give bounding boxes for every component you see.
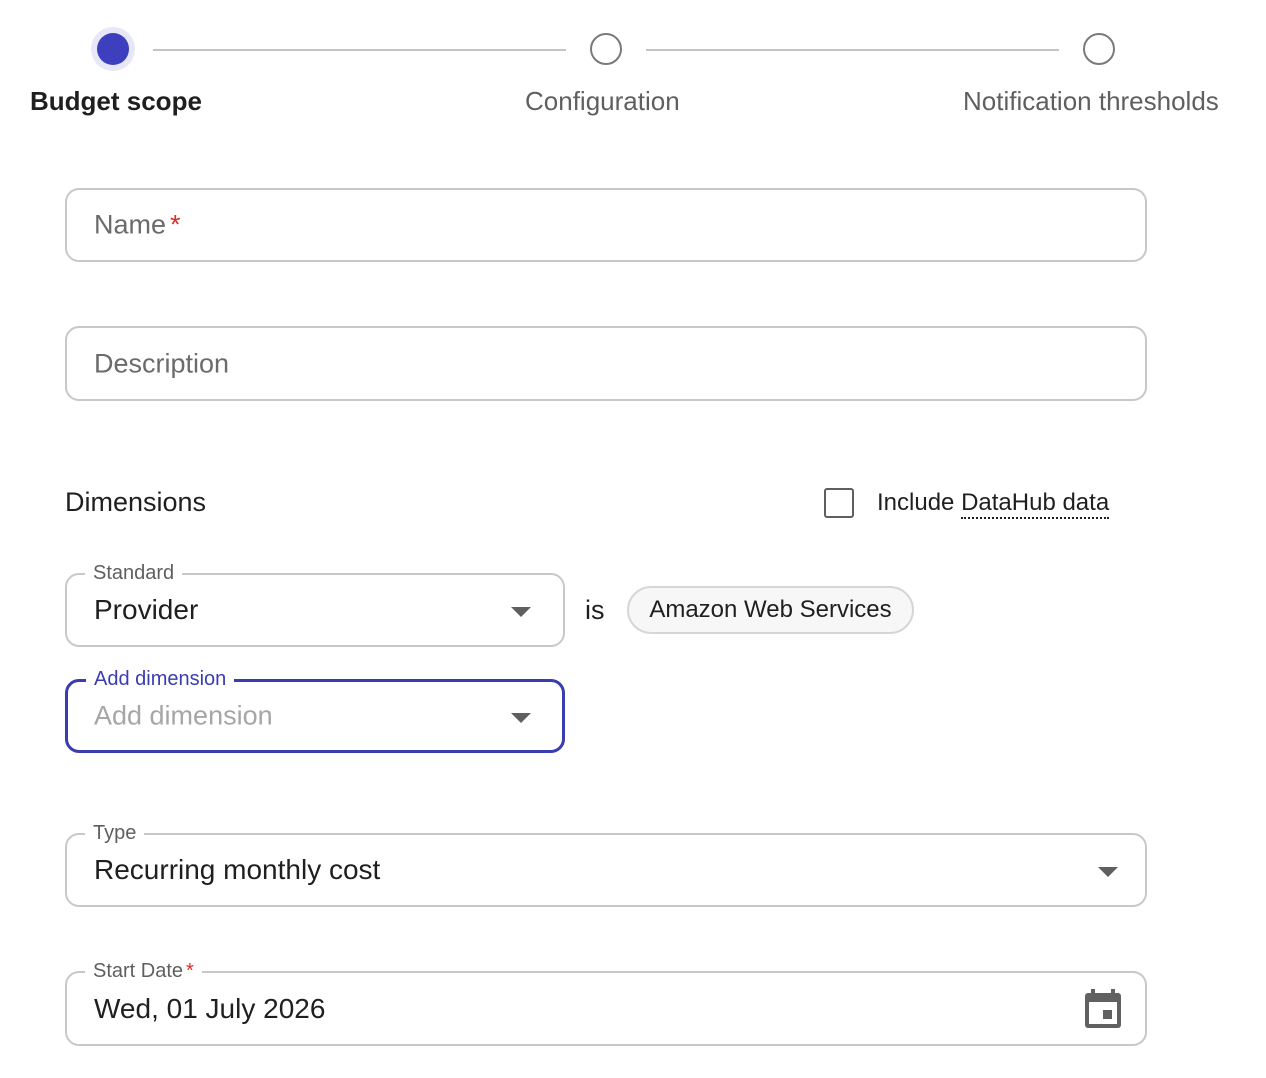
step-3-label[interactable]: Notification thresholds bbox=[963, 86, 1219, 117]
name-field[interactable]: Name * bbox=[65, 188, 1147, 262]
include-datahub-checkbox[interactable] bbox=[824, 488, 854, 518]
description-placeholder: Description bbox=[94, 348, 230, 378]
standard-dimension-select[interactable]: Standard Provider bbox=[65, 561, 565, 647]
step-connector-2 bbox=[646, 49, 1059, 51]
required-mark: * bbox=[186, 960, 194, 982]
add-dimension-select[interactable]: Add dimension Add dimension bbox=[65, 667, 565, 753]
add-dimension-placeholder: Add dimension bbox=[94, 700, 273, 731]
operator-text: is bbox=[585, 595, 605, 625]
dimension-value-chip[interactable]: Amazon Web Services bbox=[627, 586, 914, 634]
start-date-value: Wed, 01 July 2026 bbox=[94, 992, 326, 1024]
step-2-label[interactable]: Configuration bbox=[525, 86, 680, 117]
step-3-indicator[interactable] bbox=[1083, 33, 1115, 65]
step-1-indicator[interactable] bbox=[97, 33, 129, 65]
type-value: Recurring monthly cost bbox=[94, 854, 381, 885]
chevron-down-icon[interactable] bbox=[511, 607, 531, 617]
chevron-down-icon[interactable] bbox=[511, 713, 531, 723]
dimensions-title: Dimensions bbox=[65, 487, 207, 517]
start-date-label: Start Date * bbox=[85, 959, 202, 983]
type-select[interactable]: Type Recurring monthly cost bbox=[65, 821, 1147, 907]
start-date-field[interactable]: Start Date * Wed, 01 July 2026 bbox=[65, 959, 1147, 1046]
standard-label: Standard bbox=[85, 561, 183, 585]
step-1-label[interactable]: Budget scope bbox=[30, 86, 202, 117]
calendar-icon[interactable] bbox=[1083, 988, 1123, 1030]
datahub-link[interactable]: DataHub data bbox=[961, 489, 1110, 519]
required-mark: * bbox=[170, 209, 181, 240]
chevron-down-icon[interactable] bbox=[1098, 867, 1118, 877]
description-field[interactable]: Description bbox=[65, 326, 1147, 401]
add-dimension-label: Add dimension bbox=[86, 667, 235, 691]
name-placeholder: Name * bbox=[94, 209, 181, 240]
standard-value: Provider bbox=[94, 594, 199, 625]
include-datahub-label[interactable]: Include DataHub data bbox=[877, 489, 1110, 519]
type-label: Type bbox=[85, 821, 145, 845]
step-connector-1 bbox=[153, 49, 566, 51]
step-2-indicator[interactable] bbox=[590, 33, 622, 65]
